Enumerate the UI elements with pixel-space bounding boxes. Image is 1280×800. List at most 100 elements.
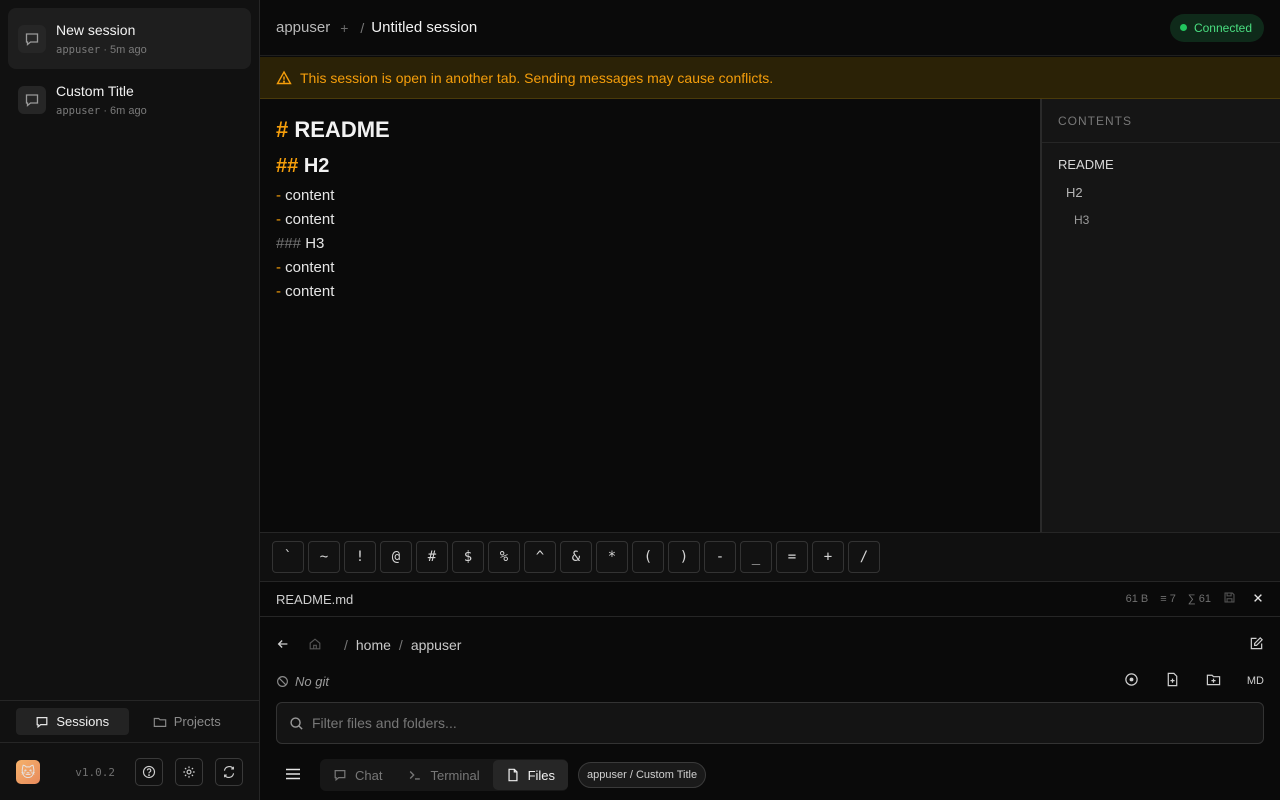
tab-projects[interactable]: Projects	[131, 708, 244, 735]
markdown-toggle-button[interactable]: MD	[1247, 675, 1264, 687]
session-title[interactable]: Untitled session	[371, 19, 477, 36]
view-tabs: Chat Terminal Files	[320, 759, 569, 791]
sidebar-tabs: Sessions Projects	[0, 700, 259, 743]
toc-item-h3[interactable]: H3	[1074, 213, 1089, 227]
symbol-key[interactable]: !	[344, 541, 376, 573]
git-status-text: No git	[295, 673, 329, 689]
file-filter-input[interactable]	[312, 715, 1212, 731]
md-list-item: - content	[276, 259, 335, 276]
chat-bubble-icon	[334, 770, 346, 782]
arrow-left-icon	[277, 639, 288, 648]
symbol-key[interactable]: `	[272, 541, 304, 573]
session-title: Custom Title	[56, 82, 134, 99]
file-path-bar: / home / appuser	[260, 627, 1280, 663]
chat-bubble-icon	[18, 24, 46, 53]
save-button[interactable]	[1223, 591, 1236, 607]
symbol-key[interactable]: (	[632, 541, 664, 573]
menu-button[interactable]	[284, 765, 302, 786]
file-char-count: ∑ 61	[1187, 593, 1211, 605]
help-icon	[142, 765, 156, 779]
edit-path-button[interactable]	[1249, 636, 1264, 654]
tab-sessions[interactable]: Sessions	[16, 708, 129, 735]
session-context-pill[interactable]: appuser / Custom Title	[578, 762, 707, 788]
warning-text: This session is open in another tab. Sen…	[300, 69, 774, 86]
md-heading-3: ### H3	[276, 235, 325, 252]
search-icon	[290, 716, 303, 730]
session-user: appuser	[56, 104, 101, 117]
symbol-key[interactable]: +	[812, 541, 844, 573]
save-icon	[1224, 592, 1235, 603]
folder-plus-icon	[1206, 674, 1221, 686]
session-title: New session	[56, 21, 136, 38]
tab-files[interactable]: Files	[492, 760, 569, 790]
sidebar: New session appuser · 5m ago Custom Titl…	[0, 0, 260, 800]
open-file-name: README.md	[276, 591, 354, 607]
symbol-key[interactable]: *	[596, 541, 628, 573]
bottom-navigation: Chat Terminal Files appuser / Custom Tit…	[260, 750, 1280, 800]
no-git-icon	[277, 675, 288, 687]
toc-heading: CONTENTS	[1042, 99, 1280, 143]
symbol-toolbar: ` ~ ! @ # $ % ^ & * ( ) - _ = + /	[260, 532, 1280, 582]
app-logo[interactable]: 🐱	[16, 760, 40, 784]
markdown-editor[interactable]: # README ## H2 - content - content ### H…	[260, 99, 1040, 532]
file-filter-field[interactable]	[276, 702, 1264, 744]
new-folder-button[interactable]	[1206, 672, 1221, 690]
status-dot-icon	[1179, 24, 1187, 31]
tab-chat[interactable]: Chat	[320, 760, 395, 790]
close-icon	[1254, 593, 1262, 602]
session-time: · 5m ago	[103, 43, 147, 56]
session-time: · 6m ago	[103, 104, 147, 117]
symbol-key[interactable]: )	[668, 541, 700, 573]
file-plus-icon	[1167, 672, 1178, 687]
git-commit-icon	[1125, 673, 1138, 686]
symbol-key[interactable]: -	[704, 541, 736, 573]
help-button[interactable]	[135, 758, 163, 786]
new-session-button[interactable]: +	[340, 20, 348, 36]
version-label: v1.0.2	[75, 765, 115, 779]
back-button[interactable]	[276, 637, 290, 654]
breadcrumb-user[interactable]: appuser	[276, 19, 330, 36]
chat-bubble-icon	[36, 716, 48, 728]
file-line-count: ≡ 7	[1160, 593, 1176, 605]
pencil-square-icon	[1250, 637, 1263, 650]
session-item-custom-title[interactable]: Custom Title appuser · 6m ago	[8, 69, 251, 130]
toc-item-h2[interactable]: H2	[1066, 185, 1083, 200]
toc-item-readme[interactable]: README	[1058, 157, 1114, 172]
close-file-button[interactable]	[1252, 592, 1264, 607]
symbol-key[interactable]: ^	[524, 541, 556, 573]
symbol-key[interactable]: _	[740, 541, 772, 573]
conflict-warning-banner: This session is open in another tab. Sen…	[260, 57, 1280, 99]
home-button[interactable]	[308, 637, 322, 654]
warning-icon	[276, 70, 292, 84]
git-status-bar: No git MD	[260, 668, 1280, 694]
refresh-button[interactable]	[215, 758, 243, 786]
chat-bubble-icon	[18, 85, 46, 114]
symbol-key[interactable]: ~	[308, 541, 340, 573]
symbol-key[interactable]: /	[848, 541, 880, 573]
path-segment-home[interactable]: home	[356, 637, 391, 653]
path-segment-appuser[interactable]: appuser	[411, 637, 462, 653]
new-file-button[interactable]	[1165, 672, 1180, 690]
git-init-button[interactable]	[1124, 672, 1139, 690]
path-separator: /	[344, 637, 348, 653]
symbol-key[interactable]: &	[560, 541, 592, 573]
symbol-key[interactable]: %	[488, 541, 520, 573]
md-heading-1: # README	[276, 117, 390, 142]
path-separator: /	[398, 637, 403, 653]
md-list-item: - content	[276, 283, 335, 300]
folder-icon	[153, 717, 167, 727]
symbol-key[interactable]: #	[416, 541, 448, 573]
gear-icon	[183, 766, 195, 778]
session-item-new-session[interactable]: New session appuser · 5m ago	[8, 8, 251, 69]
symbol-key[interactable]: $	[452, 541, 484, 573]
symbol-key[interactable]: =	[776, 541, 808, 573]
tab-label: Projects	[173, 714, 221, 729]
symbol-key[interactable]: @	[380, 541, 412, 573]
hamburger-menu-icon	[286, 768, 300, 779]
settings-button[interactable]	[175, 758, 203, 786]
tab-terminal[interactable]: Terminal	[395, 760, 492, 790]
top-header: appuser + / Untitled session Connected	[260, 0, 1280, 56]
sidebar-footer: 🐱 v1.0.2	[0, 744, 259, 800]
breadcrumb-separator: /	[360, 19, 365, 36]
refresh-icon	[223, 765, 235, 779]
